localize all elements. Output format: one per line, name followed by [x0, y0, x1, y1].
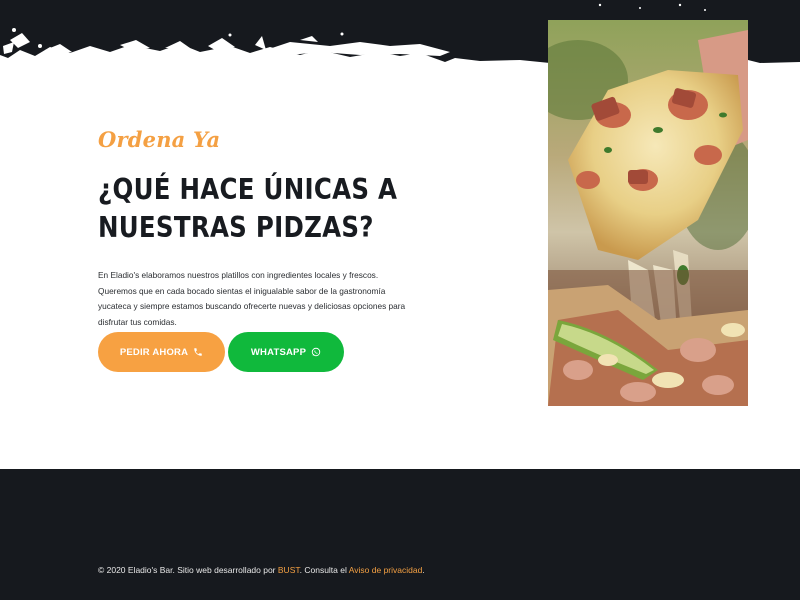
developer-link[interactable]: BUST	[278, 565, 300, 575]
order-now-button[interactable]: PEDIR AHORA	[98, 332, 225, 372]
order-now-label: PEDIR AHORA	[119, 346, 189, 358]
pizza-photo	[548, 20, 748, 406]
section-heading: ¿QUÉ HACE ÚNICAS A NUESTRAS PIDZAS?	[98, 171, 398, 247]
heading-line-1: ¿QUÉ HACE ÚNICAS A	[98, 173, 398, 206]
copyright-text: © 2020 Eladio's Bar. Sitio web desarroll…	[98, 565, 278, 575]
footer-copyright: © 2020 Eladio's Bar. Sitio web desarroll…	[98, 565, 425, 575]
privacy-link[interactable]: Aviso de privacidad	[349, 565, 423, 575]
hero-section: Ordena Ya ¿QUÉ HACE ÚNICAS A NUESTRAS PI…	[0, 0, 800, 469]
section-tagline: Ordena Ya	[98, 127, 221, 152]
footer	[0, 469, 800, 600]
whatsapp-icon	[311, 347, 321, 357]
whatsapp-label: WHATSAPP	[250, 346, 307, 358]
phone-icon	[193, 347, 203, 357]
heading-line-2: NUESTRAS PIDZAS?	[98, 211, 374, 244]
section-description: En Eladio's elaboramos nuestros platillo…	[98, 270, 406, 327]
copyright-middle: . Consulta el	[299, 565, 349, 575]
copyright-suffix: .	[422, 565, 425, 575]
whatsapp-button[interactable]: WHATSAPP	[228, 332, 344, 372]
